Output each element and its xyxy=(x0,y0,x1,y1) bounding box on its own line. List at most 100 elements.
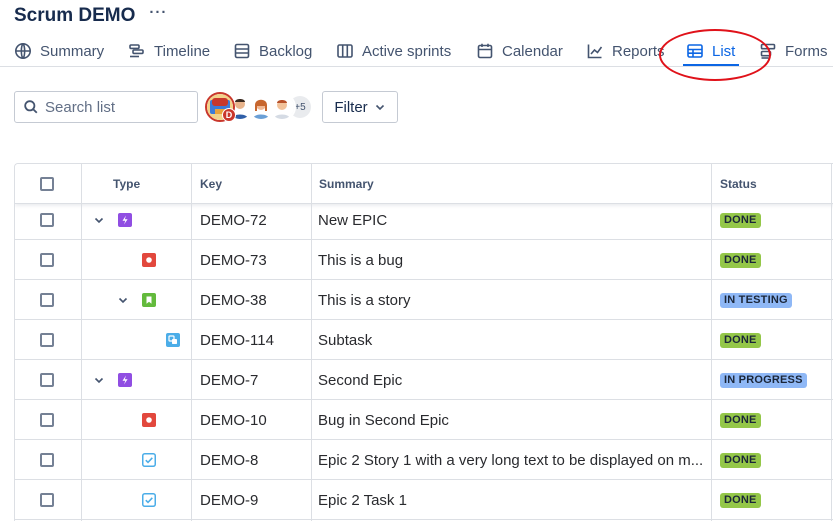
row-select-cell xyxy=(40,440,54,480)
tab-backlog[interactable]: Backlog xyxy=(233,36,312,66)
tab-timeline[interactable]: Timeline xyxy=(128,36,210,66)
column-divider xyxy=(81,164,82,521)
row-checkbox[interactable] xyxy=(40,493,54,507)
tab-label: Timeline xyxy=(154,42,211,60)
column-divider xyxy=(191,164,192,521)
chevron-down-icon[interactable] xyxy=(93,200,105,240)
issue-summary[interactable]: Second Epic xyxy=(318,360,704,400)
issue-key[interactable]: DEMO-10 xyxy=(200,400,267,440)
column-header-summary[interactable]: Summary xyxy=(319,164,374,204)
issue-key[interactable]: DEMO-9 xyxy=(200,480,258,520)
issue-summary[interactable]: This is a bug xyxy=(318,240,704,280)
issue-key[interactable]: DEMO-114 xyxy=(200,320,274,360)
tab-label: Backlog xyxy=(259,42,313,60)
task-icon xyxy=(142,453,156,467)
status-badge: IN TESTING xyxy=(720,292,792,308)
filter-label: Filter xyxy=(334,98,368,116)
issue-summary[interactable]: Epic 2 Story 1 with a very long text to … xyxy=(318,440,704,480)
row-select-cell xyxy=(40,280,54,320)
chart-line-icon xyxy=(587,44,603,59)
chevron-down-icon[interactable] xyxy=(117,280,129,320)
issue-key[interactable]: DEMO-8 xyxy=(200,440,258,480)
task-icon xyxy=(142,493,156,507)
epic-icon xyxy=(118,373,132,387)
row-select-cell xyxy=(40,400,54,440)
issue-summary[interactable]: This is a story xyxy=(318,280,704,320)
status-cell[interactable]: DONE xyxy=(720,480,761,520)
epic-icon xyxy=(118,213,132,227)
row-select-cell xyxy=(40,480,54,520)
status-badge: DONE xyxy=(720,212,761,228)
story-icon xyxy=(142,293,156,307)
issue-key[interactable]: DEMO-7 xyxy=(200,360,258,400)
row-select-cell xyxy=(40,240,54,280)
column-divider xyxy=(311,164,312,521)
issue-summary[interactable]: Bug in Second Epic xyxy=(318,400,704,440)
tab-list[interactable]: List xyxy=(686,36,735,66)
issue-key[interactable]: DEMO-72 xyxy=(200,200,267,240)
issue-list-table: Type Key Summary Status DEMO-72 New EPIC D… xyxy=(14,163,833,521)
bug-icon xyxy=(142,413,156,427)
avatar-badge: D xyxy=(222,108,236,122)
select-all-checkbox[interactable] xyxy=(40,177,54,191)
board-icon xyxy=(337,44,353,58)
tab-calendar[interactable]: Calendar xyxy=(476,36,563,66)
status-badge: DONE xyxy=(720,452,761,468)
row-select-cell xyxy=(40,200,54,240)
status-badge: DONE xyxy=(720,412,761,428)
status-badge: DONE xyxy=(720,332,761,348)
list-table-icon xyxy=(687,44,703,58)
status-cell[interactable]: DONE xyxy=(720,320,761,360)
row-checkbox[interactable] xyxy=(40,413,54,427)
column-header-key[interactable]: Key xyxy=(200,164,222,204)
column-divider xyxy=(711,164,712,521)
column-header-status[interactable]: Status xyxy=(720,164,757,204)
status-cell[interactable]: DONE xyxy=(720,400,761,440)
tab-label: Summary xyxy=(40,42,105,60)
status-cell[interactable]: IN TESTING xyxy=(720,280,792,320)
issue-key[interactable]: DEMO-73 xyxy=(200,240,267,280)
status-badge: IN PROGRESS xyxy=(720,372,807,388)
status-cell[interactable]: DONE xyxy=(720,440,761,480)
chevron-down-icon[interactable] xyxy=(93,360,105,400)
status-badge: DONE xyxy=(720,492,761,508)
row-select-cell xyxy=(40,360,54,400)
issue-summary[interactable]: Subtask xyxy=(318,320,704,360)
row-checkbox[interactable] xyxy=(40,333,54,347)
tab-active-sprints[interactable]: Active sprints xyxy=(336,36,451,66)
tab-label: Reports xyxy=(612,42,665,60)
tab-summary[interactable]: Summary xyxy=(14,36,104,66)
chevron-down-icon xyxy=(375,104,384,111)
select-all-cell xyxy=(40,164,60,204)
search-icon xyxy=(24,100,38,114)
status-cell[interactable]: DONE xyxy=(720,240,761,280)
active-tab-indicator xyxy=(683,64,739,66)
row-checkbox[interactable] xyxy=(40,213,54,227)
more-actions-icon[interactable]: ··· xyxy=(149,5,167,20)
issue-summary[interactable]: New EPIC xyxy=(318,200,704,240)
row-checkbox[interactable] xyxy=(40,253,54,267)
tab-reports[interactable]: Reports xyxy=(586,36,665,66)
search-box[interactable] xyxy=(14,91,198,123)
status-cell[interactable]: IN PROGRESS xyxy=(720,360,807,400)
row-select-cell xyxy=(40,320,54,360)
row-checkbox[interactable] xyxy=(40,293,54,307)
status-cell[interactable]: DONE xyxy=(720,200,761,240)
row-checkbox[interactable] xyxy=(40,373,54,387)
issue-summary[interactable]: Epic 2 Task 1 xyxy=(318,480,704,520)
row-checkbox[interactable] xyxy=(40,453,54,467)
tab-label: Calendar xyxy=(502,42,563,60)
globe-icon xyxy=(15,43,31,59)
search-input[interactable] xyxy=(45,98,185,116)
timeline-icon xyxy=(129,44,144,58)
tab-label: Forms xyxy=(785,42,828,60)
subtask-icon xyxy=(166,333,180,347)
project-tabs: Summary Timeline Backlog Active sprints … xyxy=(0,36,833,67)
backlog-icon xyxy=(234,43,250,59)
tab-label: Active sprints xyxy=(362,42,452,60)
tab-label: List xyxy=(712,42,736,60)
column-header-type[interactable]: Type xyxy=(113,164,140,204)
tab-forms[interactable]: Forms xyxy=(759,36,828,66)
filter-button[interactable]: Filter xyxy=(322,91,398,123)
issue-key[interactable]: DEMO-38 xyxy=(200,280,267,320)
